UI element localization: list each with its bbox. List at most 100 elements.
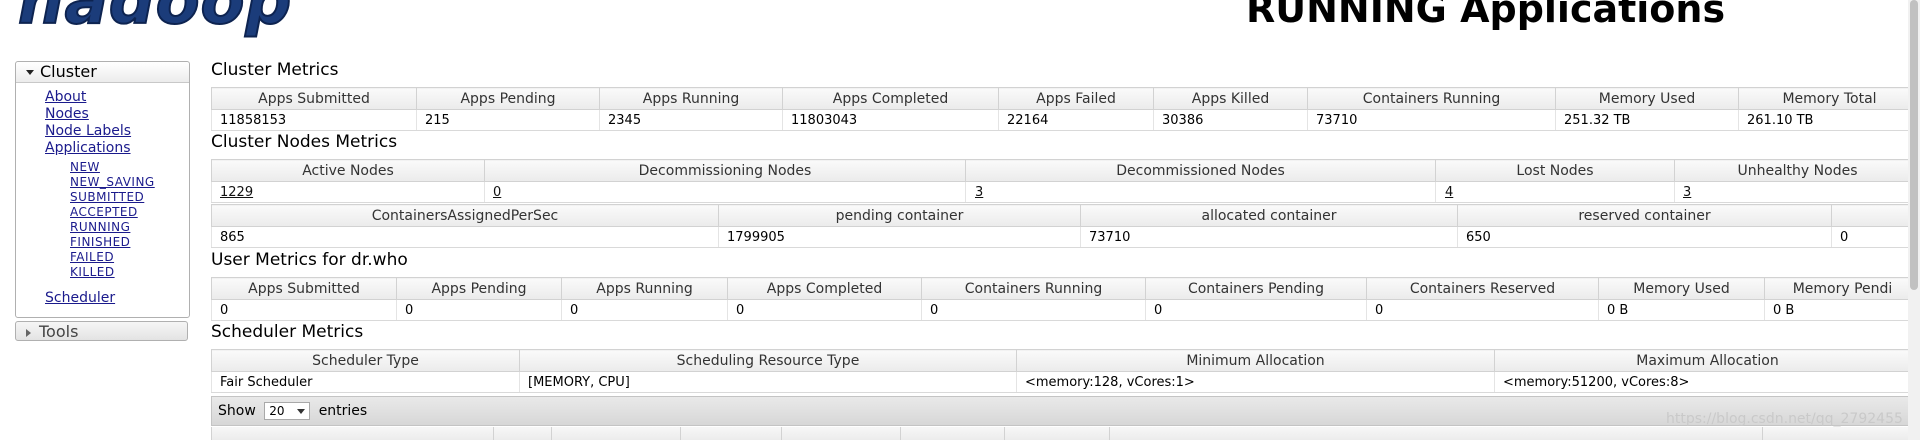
col-decommissioned-nodes: Decommissioned Nodes (965, 159, 1436, 182)
table-header-row: Apps Submitted Apps Pending Apps Running… (211, 87, 1920, 110)
apps-col-1[interactable] (212, 427, 494, 440)
nav-link-scheduler[interactable]: Scheduler (45, 290, 115, 306)
entries-value: 20 (269, 404, 285, 418)
app-state-accepted[interactable]: ACCEPTED (70, 205, 138, 219)
table-header-row: Scheduler Type Scheduling Resource Type … (211, 349, 1920, 372)
cell-active-nodes: 1229 (211, 181, 485, 203)
cell-user-apps-submitted: 0 (211, 299, 397, 321)
apps-col-2[interactable] (494, 427, 552, 440)
app-state-failed[interactable]: FAILED (70, 250, 114, 264)
table-header-row: Active Nodes Decommissioning Nodes Decom… (211, 159, 1920, 182)
show-label: Show (218, 403, 256, 419)
applications-table-header (211, 427, 1920, 440)
cell-apps-killed: 30386 (1153, 109, 1308, 131)
tools-label: Tools (39, 322, 79, 341)
hadoop-logo[interactable]: hadoop (17, 0, 293, 39)
table-header-row: ContainersAssignedPerSec pending contain… (211, 204, 1920, 227)
decommissioned-nodes-link[interactable]: 3 (975, 185, 983, 200)
cell-user-apps-running: 0 (561, 299, 728, 321)
chevron-right-icon (26, 328, 31, 337)
app-state-killed[interactable]: KILLED (70, 265, 115, 279)
tools-toggle[interactable]: Tools (15, 321, 188, 341)
cell-maximum-allocation: <memory:51200, vCores:8> (1494, 371, 1920, 393)
cell-user-apps-pending: 0 (396, 299, 562, 321)
col-user-apps-completed: Apps Completed (727, 277, 922, 300)
app-state-submitted[interactable]: SUBMITTED (70, 190, 144, 204)
apps-col-7[interactable] (1005, 427, 1110, 440)
cell-apps-completed: 11803043 (782, 109, 999, 131)
apps-col-4[interactable] (681, 427, 782, 440)
cell-decommissioned-nodes: 3 (965, 181, 1436, 203)
cell-memory-used: 251.32 TB (1555, 109, 1739, 131)
col-apps-completed: Apps Completed (782, 87, 999, 110)
cell-user-containers-reserved: 0 (1366, 299, 1599, 321)
lost-nodes-link[interactable]: 4 (1445, 185, 1453, 200)
cell-extra: 0 (1831, 226, 1920, 248)
apps-col-6[interactable] (901, 427, 1005, 440)
cell-scheduling-resource-type: [MEMORY, CPU] (519, 371, 1017, 393)
cell-user-containers-running: 0 (921, 299, 1146, 321)
entries-select[interactable]: 20 (264, 402, 311, 420)
watermark: https://blog.csdn.net/qq_2792455 (1666, 411, 1903, 427)
col-unhealthy-nodes: Unhealthy Nodes (1674, 159, 1920, 182)
cell-apps-running: 2345 (599, 109, 783, 131)
nav-link-about[interactable]: About (45, 89, 86, 105)
nav-link-node-labels[interactable]: Node Labels (45, 123, 131, 139)
chevron-down-icon (26, 70, 34, 75)
cell-minimum-allocation: <memory:128, vCores:1> (1016, 371, 1495, 393)
col-user-apps-pending: Apps Pending (396, 277, 562, 300)
cell-reserved-container: 650 (1457, 226, 1832, 248)
container-metrics-table: ContainersAssignedPerSec pending contain… (211, 204, 1920, 248)
cell-unhealthy-nodes: 3 (1674, 181, 1920, 203)
col-scheduler-type: Scheduler Type (211, 349, 520, 372)
scheduler-metrics-title: Scheduler Metrics (211, 322, 364, 342)
cell-apps-pending: 215 (416, 109, 600, 131)
apps-col-5[interactable] (782, 427, 901, 440)
cell-user-containers-pending: 0 (1145, 299, 1367, 321)
scrollbar-thumb[interactable] (1910, 0, 1918, 290)
app-state-new-saving[interactable]: NEW_SAVING (70, 175, 155, 189)
table-row: 0 0 0 0 0 0 0 0 B 0 B (211, 299, 1920, 321)
col-minimum-allocation: Minimum Allocation (1016, 349, 1495, 372)
scheduler-metrics-table: Scheduler Type Scheduling Resource Type … (211, 349, 1920, 393)
apps-col-3[interactable] (552, 427, 681, 440)
col-lost-nodes: Lost Nodes (1435, 159, 1675, 182)
sidebar-cluster-panel: Cluster About Nodes Node Labels Applicat… (15, 61, 190, 318)
col-memory-total: Memory Total (1738, 87, 1920, 110)
app-state-new[interactable]: NEW (70, 160, 100, 174)
col-user-memory-used: Memory Used (1598, 277, 1765, 300)
unhealthy-nodes-link[interactable]: 3 (1683, 185, 1691, 200)
app-state-running[interactable]: RUNNING (70, 220, 130, 234)
col-reserved-container: reserved container (1457, 204, 1832, 227)
col-scheduling-resource-type: Scheduling Resource Type (519, 349, 1017, 372)
nav-link-applications[interactable]: Applications (45, 140, 131, 156)
apps-col-8[interactable] (1110, 427, 1763, 440)
cluster-toggle[interactable]: Cluster (16, 62, 189, 83)
logo-text: hadoop (17, 0, 293, 39)
cell-user-memory-used: 0 B (1598, 299, 1765, 321)
col-user-containers-reserved: Containers Reserved (1366, 277, 1599, 300)
app-state-finished[interactable]: FINISHED (70, 235, 130, 249)
col-apps-killed: Apps Killed (1153, 87, 1308, 110)
cell-memory-total: 261.10 TB (1738, 109, 1920, 131)
col-user-memory-pending: Memory Pendi (1764, 277, 1920, 300)
entries-label: entries (318, 403, 368, 419)
col-containers-assigned-per-sec: ContainersAssignedPerSec (211, 204, 719, 227)
col-user-apps-running: Apps Running (561, 277, 728, 300)
nav-link-nodes[interactable]: Nodes (45, 106, 89, 122)
table-header-row: Apps Submitted Apps Pending Apps Running… (211, 277, 1920, 300)
decommissioning-nodes-link[interactable]: 0 (493, 185, 501, 200)
col-extra (1831, 204, 1920, 227)
col-apps-running: Apps Running (599, 87, 783, 110)
cell-user-memory-pending: 0 B (1764, 299, 1920, 321)
cell-containers-assigned-per-sec: 865 (211, 226, 719, 248)
cell-pending-container: 1799905 (718, 226, 1081, 248)
cell-scheduler-type: Fair Scheduler (211, 371, 520, 393)
col-decommissioning-nodes: Decommissioning Nodes (484, 159, 966, 182)
caret-down-icon (297, 409, 306, 414)
col-user-containers-pending: Containers Pending (1145, 277, 1367, 300)
col-user-containers-running: Containers Running (921, 277, 1146, 300)
col-allocated-container: allocated container (1080, 204, 1458, 227)
active-nodes-link[interactable]: 1229 (220, 185, 253, 200)
cell-decommissioning-nodes: 0 (484, 181, 966, 203)
